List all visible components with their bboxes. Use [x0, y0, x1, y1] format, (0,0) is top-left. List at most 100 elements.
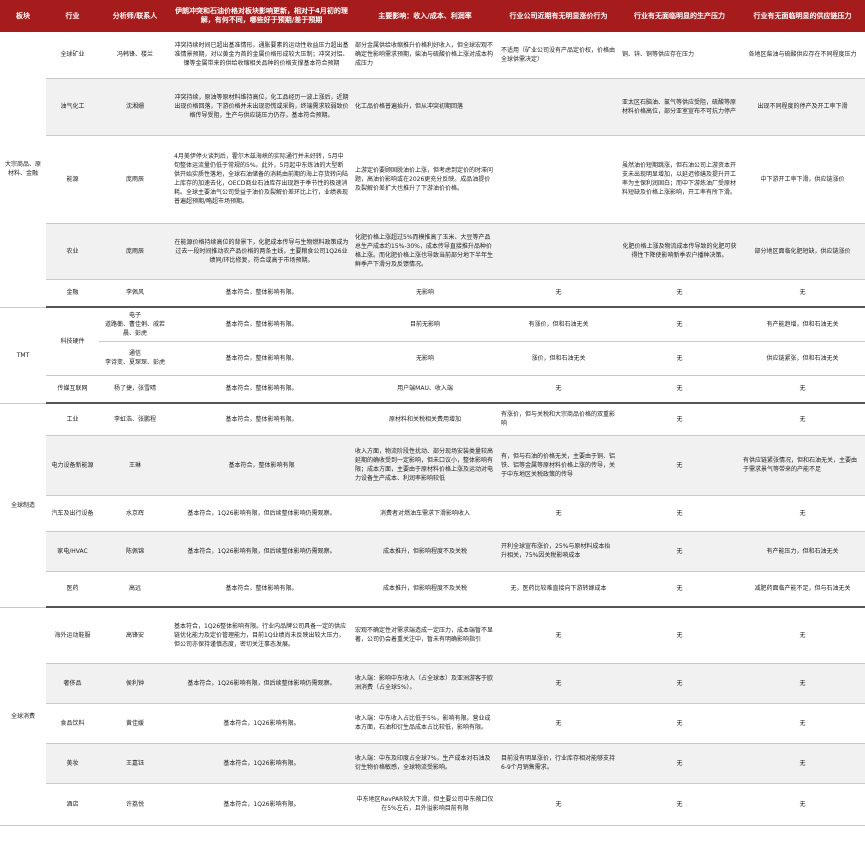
table-row: 大宗商品、原材料、金融 全球矿业 冯韩锋、楼兰 冲突持续时间已超出基准情形，通胀…: [0, 32, 865, 308]
analyst-cell: 杨了捷，张雪晴: [99, 375, 171, 404]
industry-cell: 科技硬件: [46, 307, 99, 376]
header-industry: 行业: [46, 0, 99, 32]
table-row: 奢侈品 侯利钟 基本符合，1Q26影响有限，但后续整体影响仍需观察。 收入端：影…: [0, 663, 865, 704]
analyst-cell: 陈佩锦: [99, 531, 171, 572]
price-cell: [498, 78, 619, 136]
production-cell: 亚太区石脑油、氯气等供应受阻，硫酸等原材料价格高位，部分亚室宣布不可抗力停产: [619, 78, 740, 136]
impact-cell: 收入端：影响中东收入（占全球本）及亚洲游客于欧洲消费（占全球5%）。: [352, 663, 498, 704]
supply-cell: 有供应链紧张情况，但和石油无关，主要由于需求景气等带来的产能不足: [740, 435, 865, 496]
analyst-cell: 王嘉钰: [99, 743, 171, 784]
analyst-names: 李诗变、夏琛琛、彭虎: [104, 359, 165, 366]
impact-cell: 宏观不确定性对需求端造成一定压力，成本端暂不显著，公司仍会着重关注中，暂未有明确…: [352, 607, 498, 664]
impact-cell: 成本推升，但影响程度不及关税: [352, 571, 498, 608]
sector-cell: TMT: [0, 307, 46, 404]
table-row: 食品饮料 黄佳媛 基本符合，1Q26影响有限。 收入端：中东收入占比低于5%，影…: [0, 703, 865, 744]
supply-cell: 出现不同程度的停产及开工率下滑: [740, 78, 865, 136]
supply-cell: 有产能压力，但和石油无关: [740, 531, 865, 572]
industry-cell: 农业: [46, 223, 99, 280]
supply-cell: 无: [740, 403, 865, 436]
research-table: 板块 行业 分析师/联系人 伊朗冲突和石油价格对板块影响更新，相对于4月初的理解…: [0, 0, 865, 826]
analyst-cell: 李佩风: [99, 279, 171, 308]
price-cell: 涨价，但和石油无关: [498, 341, 619, 376]
price-cell: 有涨价，但和石油无关: [498, 307, 619, 342]
update-cell: 基本符合，整体影响有限: [171, 435, 352, 496]
price-cell: 无: [498, 663, 619, 704]
price-cell: 无，医药比较难直接向下游转嫁成本: [498, 571, 619, 608]
supply-cell: 无: [740, 783, 865, 826]
price-cell: 无: [498, 703, 619, 744]
production-cell: 无: [619, 531, 740, 572]
production-cell: 无: [619, 435, 740, 496]
table-row: 全球制造 工业 李虹浩、张鹏程 基本符合，整体影响有限。 原材料和关税相关费用增…: [0, 403, 865, 608]
supply-cell: 有产能趋增，但和石油无关: [740, 307, 865, 342]
supply-cell: 无: [740, 375, 865, 404]
update-cell: 基本符合，1Q26影响有限。: [171, 783, 352, 826]
update-cell: 基本符合，1Q26影响有限，但后续整体影响仍需观察。: [171, 663, 352, 704]
price-cell: 有，但与石油的价格无关，主要由于铜、铝铁、铝等金属等原材料价格上涨的传导，关于中…: [498, 435, 619, 496]
analyst-group: 通信: [128, 350, 141, 357]
table-row: 传媒互联网 杨了捷，张雪晴 基本符合，整体影响有限。 用户端MAU、收入端 无 …: [0, 375, 865, 404]
header-update: 伊朗冲突和石油价格对板块影响更新，相对于4月初的理解，有何不同，哪些好于预期/差…: [171, 0, 352, 32]
industry-cell: 汽车及出行设备: [46, 495, 99, 532]
header-analyst: 分析师/联系人: [99, 0, 171, 32]
analyst-cell: 庞雨辰: [99, 223, 171, 280]
supply-cell: 各地区柴油与硫酸供应存在不同程度压力: [740, 32, 865, 79]
industry-cell: 美妆: [46, 743, 99, 784]
impact-cell: 目前无影响: [352, 307, 498, 342]
analyst-cell: 许荔悦: [99, 783, 171, 826]
analyst-cell: 通信 李诗变、夏琛琛、彭虎: [99, 341, 171, 376]
impact-cell: 原材料和关税相关费用增加: [352, 403, 498, 436]
header-impact: 主要影响：收入/成本、利润率: [352, 0, 498, 32]
supply-cell: 减肥药面临产能不足，但与石油无关: [740, 571, 865, 608]
supply-cell: 无: [740, 495, 865, 532]
production-cell: 无: [619, 663, 740, 704]
production-cell: 无: [619, 743, 740, 784]
update-cell: 基本符合，1Q26影响有限。: [171, 703, 352, 744]
table-row: TMT 科技硬件 电子 道路蘅、曹佳俐、戚若晨、彭虎 基本符合，整体影响有限。 …: [0, 307, 865, 404]
update-cell: 基本符合，整体影响有限。: [171, 571, 352, 608]
header-price: 行业公司近期有无明显涨价行为: [498, 0, 619, 32]
table-row: 家电/HVAC 陈佩锦 基本符合，1Q26影响有限，但后续整体影响仍需观察。 成…: [0, 531, 865, 572]
analyst-cell: 冯韩锋、楼兰: [99, 32, 171, 79]
header-row: 板块 行业 分析师/联系人 伊朗冲突和石油价格对板块影响更新，相对于4月初的理解…: [0, 0, 865, 32]
update-cell: 基本符合，整体影响有限。: [171, 403, 352, 436]
table-row: 酒店 许荔悦 基本符合，1Q26影响有限。 中东地区RevPAR较大下滑，但主要…: [0, 783, 865, 826]
production-cell: 无: [619, 403, 740, 436]
update-cell: 在能源价格持续高位的背景下，化肥成本传导与生物燃料政策成为过去一段时间推动农产品…: [171, 223, 352, 280]
analyst-cell: 高锋安: [99, 607, 171, 664]
analyst-cell: 侯利钟: [99, 663, 171, 704]
price-cell: 有涨价，但与关税和大宗商品价格的双重影响: [498, 403, 619, 436]
update-cell: 基本符合，1Q26影响有限。: [171, 743, 352, 784]
supply-cell: 无: [740, 703, 865, 744]
supply-cell: 供应链紧张，但和石油无关: [740, 341, 865, 376]
industry-cell: 医药: [46, 571, 99, 608]
update-cell: 基本符合，整体影响有限。: [171, 279, 352, 308]
table-row: 医药 高远 基本符合，整体影响有限。 成本推升，但影响程度不及关税 无，医药比较…: [0, 571, 865, 608]
header-supply: 行业有无面临明显的供应链压力: [740, 0, 865, 32]
production-cell: 无: [619, 375, 740, 404]
price-cell: 无: [498, 607, 619, 664]
industry-cell: 食品饮料: [46, 703, 99, 744]
supply-cell: 无: [740, 663, 865, 704]
supply-cell: 无: [740, 607, 865, 664]
production-cell: 化肥价格上涨及物流成本传导致的化肥可获得性下降使影响新季农户播种决策。: [619, 223, 740, 280]
update-cell: 基本符合，1Q26影响有限，但后续整体影响仍需观察。: [171, 495, 352, 532]
table-row: 通信 李诗变、夏琛琛、彭虎 基本符合，整体影响有限。 无影响 涨价，但和石油无关…: [0, 341, 865, 376]
analyst-cell: 高远: [99, 571, 171, 608]
table-row: 汽车及出行设备 水京辉 基本符合，1Q26影响有限，但后续整体影响仍需观察。 消…: [0, 495, 865, 532]
production-cell: 铜、锌、铜等供应存在压力: [619, 32, 740, 79]
supply-cell: 中下游开工率下滑，供应链涨价: [740, 135, 865, 224]
price-cell: 不适用（矿业公司没有产品定价权，价格由全球供需决定）: [498, 32, 619, 79]
impact-cell: 收入方面，物流阶段性扰动、部分现场安装类量较高延期的确收受到一定影响，但未口议小…: [352, 435, 498, 496]
impact-cell: 成本推升，但影响程度不及关税: [352, 531, 498, 572]
industry-cell: 工业: [46, 403, 99, 436]
update-cell: 冲突持续，原油等原材料维持高位，化工品经历一波上涨后，近期出现价格回落，下游价格…: [171, 78, 352, 136]
sector-cell: 全球消费: [0, 607, 46, 826]
impact-cell: 收入端：中东及印度占全球7%，生产成本对石油及衍生物价格敏感，全球物流受影响。: [352, 743, 498, 784]
industry-cell: 酒店: [46, 783, 99, 826]
industry-cell: 海外运动鞋服: [46, 607, 99, 664]
supply-cell: 无: [740, 743, 865, 784]
sector-cell: 大宗商品、原材料、金融: [0, 32, 46, 308]
analyst-cell: 水京辉: [99, 495, 171, 532]
price-cell: 开利全球宣布涨价，25%与原材料成本抬升相关，75%因关税影响成本: [498, 531, 619, 572]
